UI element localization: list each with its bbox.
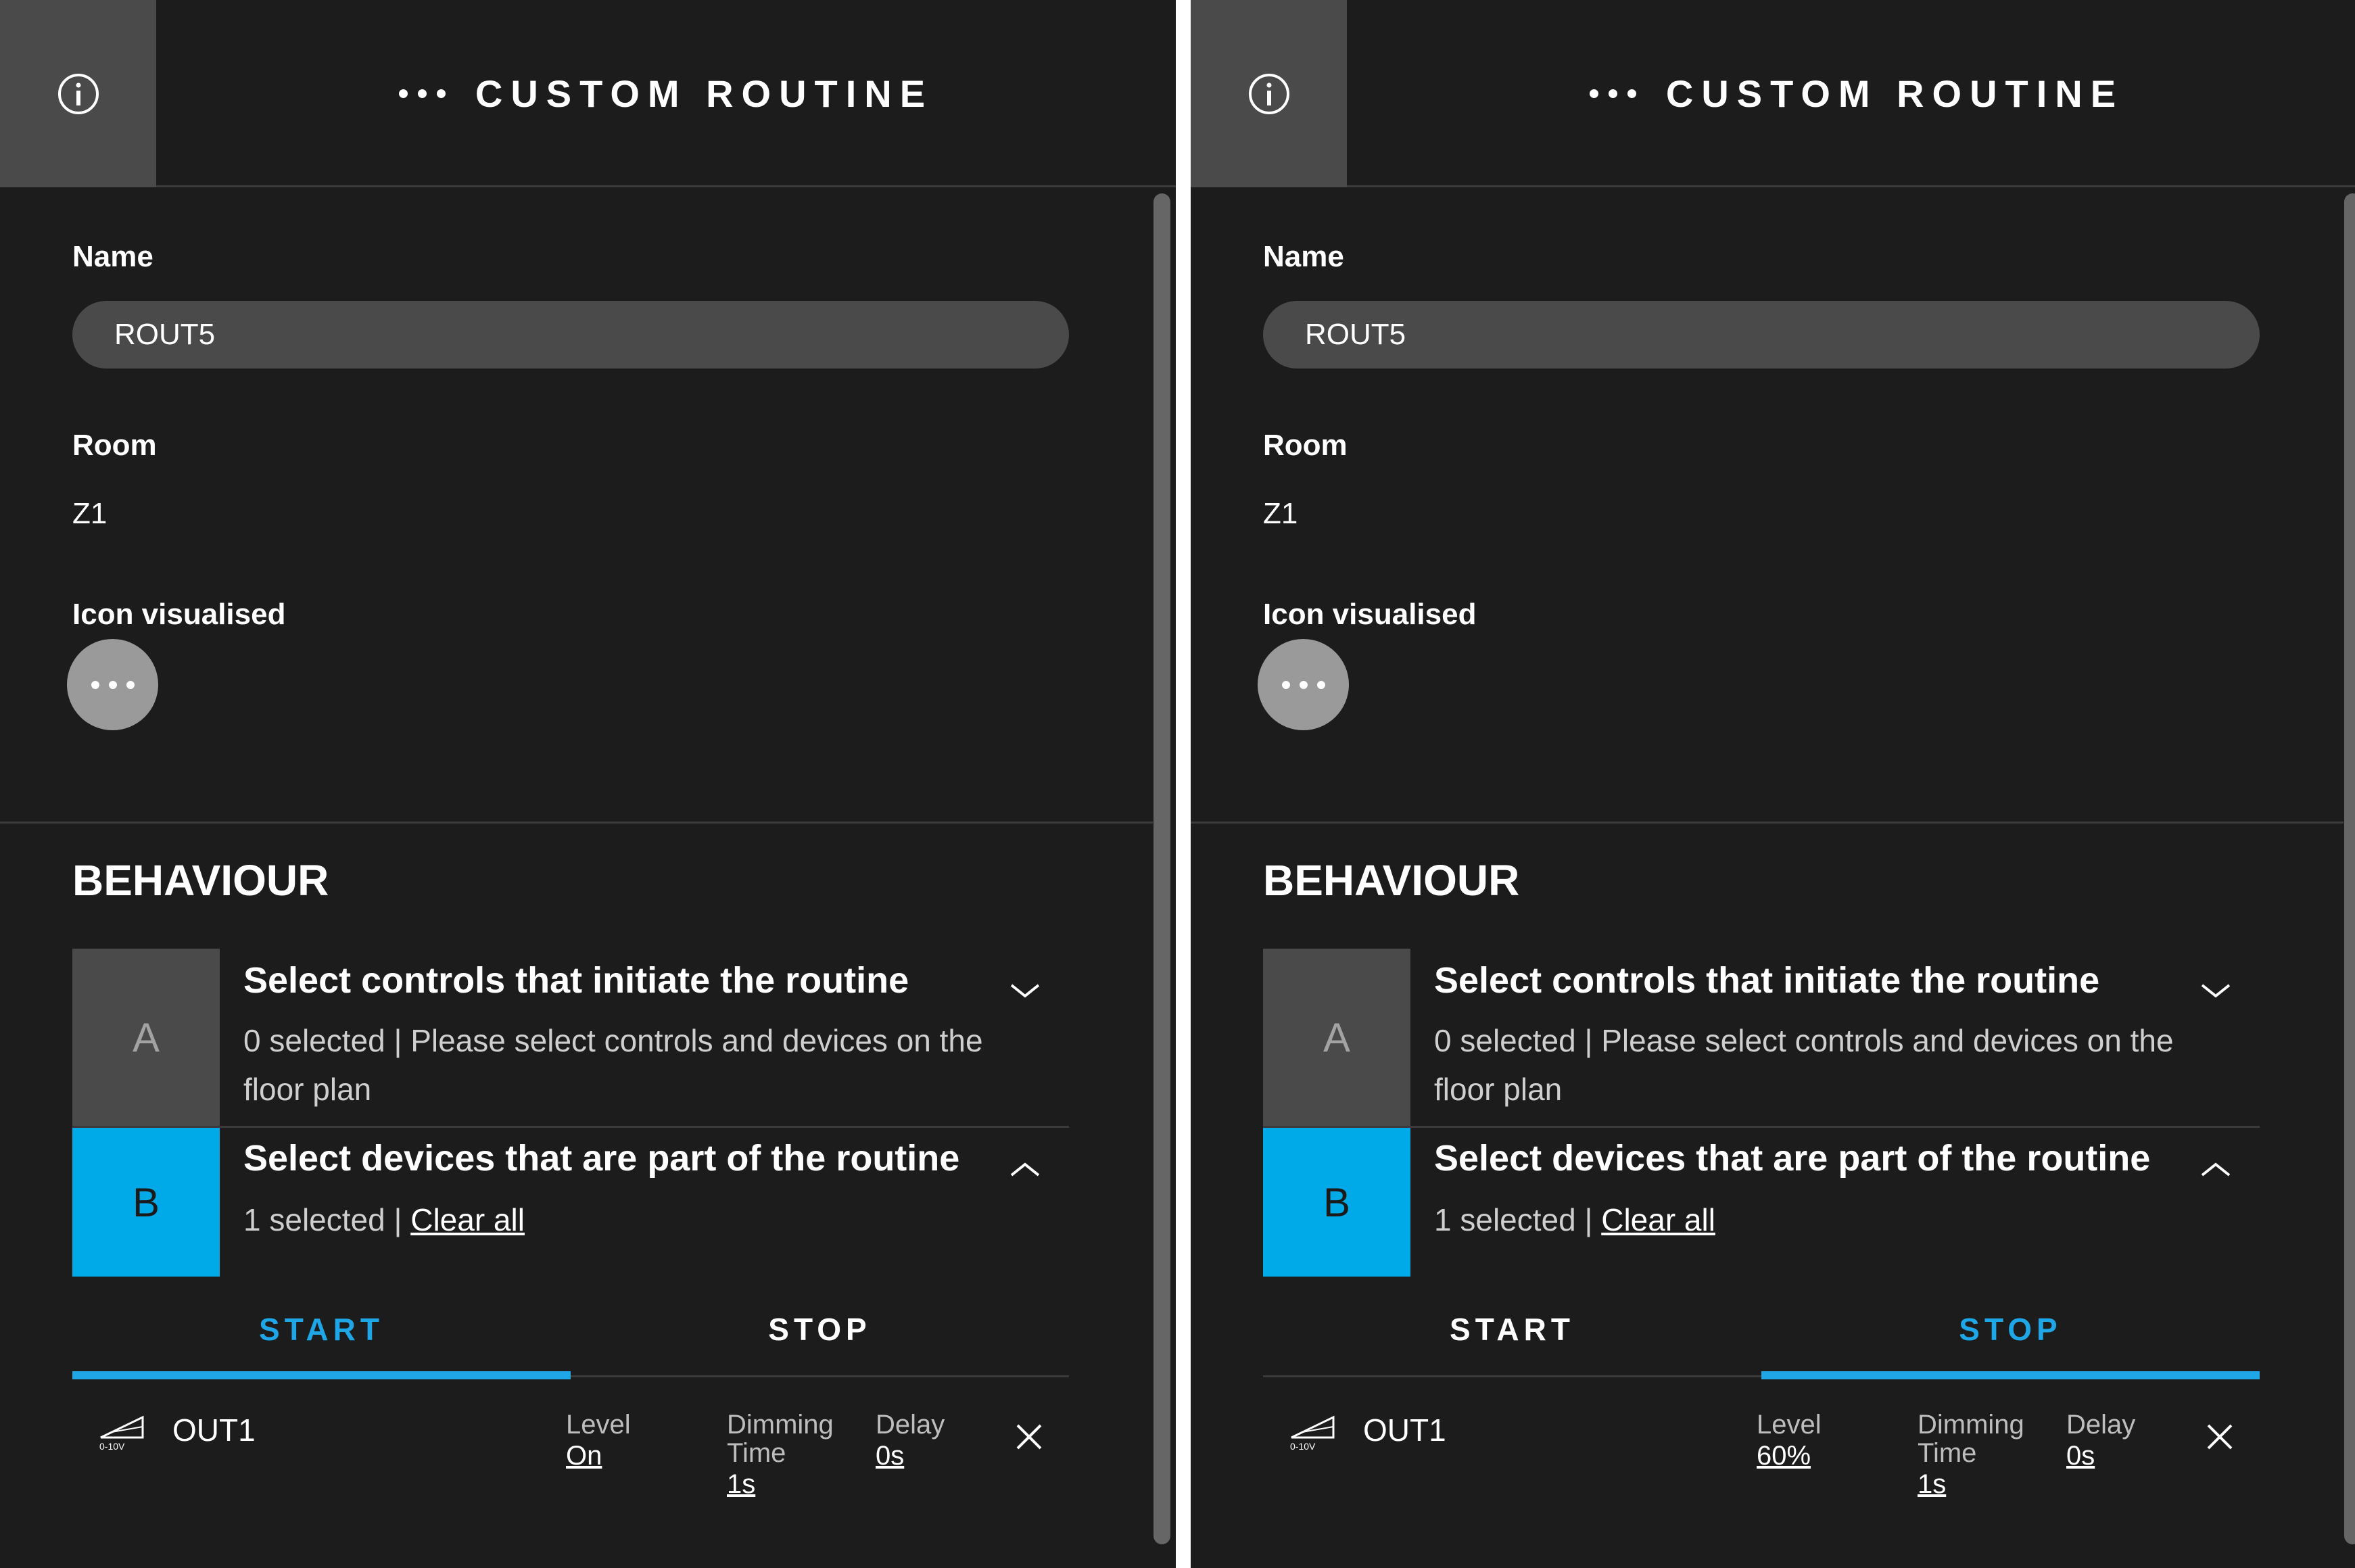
room-label: Room <box>1263 429 1348 462</box>
tab-start[interactable]: START <box>72 1281 571 1379</box>
delay-label: Delay <box>2066 1410 2136 1440</box>
chevron-down-icon[interactable] <box>2195 977 2236 1004</box>
section-divider <box>0 822 1153 824</box>
level-label: Level <box>1757 1410 1822 1440</box>
more-dots-icon <box>1589 89 1636 98</box>
room-label: Room <box>72 429 157 462</box>
room-value: Z1 <box>1263 497 1298 530</box>
header-title-group: CUSTOM ROUTINE <box>156 0 1176 187</box>
dimmer-icon-caption: 0-10V <box>99 1441 125 1452</box>
info-button[interactable] <box>0 0 156 187</box>
start-stop-tabs: START STOP <box>72 1281 1069 1379</box>
dimmer-0-10v-icon: 0-10V <box>1290 1415 1335 1452</box>
step-b-devices[interactable]: B Select devices that are part of the ro… <box>72 1128 1069 1277</box>
dimming-time-value[interactable]: 1s <box>727 1470 842 1498</box>
step-b-devices[interactable]: B Select devices that are part of the ro… <box>1263 1128 2260 1277</box>
routine-icon-picker[interactable] <box>1258 639 1349 730</box>
remove-device-icon[interactable] <box>1012 1420 1046 1454</box>
routine-panel-start: CUSTOM ROUTINE Name ROUT5 Room Z1 Icon v… <box>0 0 1176 1568</box>
step-b-count: 1 selected | <box>1434 1202 1602 1237</box>
dimming-time-label: Dimming Time <box>1918 1410 2024 1468</box>
info-icon <box>57 73 99 114</box>
icon-visualised-label: Icon visualised <box>1263 598 1477 631</box>
name-label: Name <box>1263 240 1344 273</box>
step-a-badge: A <box>72 949 220 1126</box>
clear-all-link[interactable]: Clear all <box>410 1202 525 1237</box>
remove-device-icon[interactable] <box>2203 1420 2237 1454</box>
info-icon <box>1248 73 1289 114</box>
info-button[interactable] <box>1191 0 1347 187</box>
chevron-up-icon[interactable] <box>1005 1156 1045 1183</box>
delay-value[interactable]: 0s <box>2066 1442 2135 1470</box>
dimming-time-value[interactable]: 1s <box>1918 1470 2032 1498</box>
dimming-time-label: Dimming Time <box>727 1410 834 1468</box>
step-a-controls[interactable]: A Select controls that initiate the rout… <box>1263 949 2260 1128</box>
page-title: CUSTOM ROUTINE <box>1665 72 2124 115</box>
icon-visualised-label: Icon visualised <box>72 598 286 631</box>
name-input[interactable]: ROUT5 <box>1263 301 2260 369</box>
delay-label: Delay <box>876 1410 945 1440</box>
level-label: Level <box>566 1410 631 1440</box>
device-row: 0-10V OUT1 Level On Dimming Time 1s Dela… <box>72 1393 1069 1528</box>
behaviour-heading: BEHAVIOUR <box>1263 856 1520 905</box>
chevron-down-icon[interactable] <box>1005 977 1045 1004</box>
device-name: OUT1 <box>1363 1412 1446 1448</box>
dimmer-0-10v-icon: 0-10V <box>99 1415 144 1452</box>
tab-start[interactable]: START <box>1263 1281 1761 1377</box>
step-a-controls[interactable]: A Select controls that initiate the rout… <box>72 949 1069 1128</box>
step-a-title: Select controls that initiate the routin… <box>243 960 909 1001</box>
step-a-subtitle: 0 selected | Please select controls and … <box>1434 1023 2174 1107</box>
header-title-group: CUSTOM ROUTINE <box>1347 0 2355 187</box>
level-value[interactable]: 60% <box>1757 1442 1822 1470</box>
section-divider <box>1191 822 2344 824</box>
routine-panel-stop: CUSTOM ROUTINE Name ROUT5 Room Z1 Icon v… <box>1191 0 2355 1568</box>
name-input[interactable]: ROUT5 <box>72 301 1069 369</box>
routine-icon-picker[interactable] <box>67 639 158 730</box>
step-a-subtitle: 0 selected | Please select controls and … <box>243 1023 983 1107</box>
room-value: Z1 <box>72 497 108 530</box>
step-b-title: Select devices that are part of the rout… <box>243 1138 960 1179</box>
clear-all-link[interactable]: Clear all <box>1601 1202 1715 1237</box>
step-b-badge: B <box>72 1128 220 1277</box>
device-name: OUT1 <box>172 1412 256 1448</box>
scrollbar[interactable] <box>2344 193 2355 1544</box>
step-a-badge: A <box>1263 949 1410 1126</box>
step-b-badge: B <box>1263 1128 1410 1277</box>
start-stop-tabs: START STOP <box>1263 1281 2260 1379</box>
scrollbar[interactable] <box>1153 193 1170 1544</box>
tab-stop[interactable]: STOP <box>1761 1281 2260 1379</box>
level-value[interactable]: On <box>566 1442 631 1470</box>
device-row: 0-10V OUT1 Level 60% Dimming Time 1s Del… <box>1263 1393 2260 1528</box>
name-label: Name <box>72 240 153 273</box>
panel-header: CUSTOM ROUTINE <box>1191 0 2355 187</box>
step-a-title: Select controls that initiate the routin… <box>1434 960 2100 1001</box>
delay-value[interactable]: 0s <box>876 1442 945 1470</box>
step-b-count: 1 selected | <box>243 1202 411 1237</box>
more-dots-icon <box>398 89 446 98</box>
tab-stop[interactable]: STOP <box>571 1281 1069 1377</box>
step-b-title: Select devices that are part of the rout… <box>1434 1138 2151 1179</box>
dimmer-icon-caption: 0-10V <box>1290 1441 1316 1452</box>
panel-header: CUSTOM ROUTINE <box>0 0 1176 187</box>
page-title: CUSTOM ROUTINE <box>475 72 934 115</box>
behaviour-heading: BEHAVIOUR <box>72 856 329 905</box>
chevron-up-icon[interactable] <box>2195 1156 2236 1183</box>
